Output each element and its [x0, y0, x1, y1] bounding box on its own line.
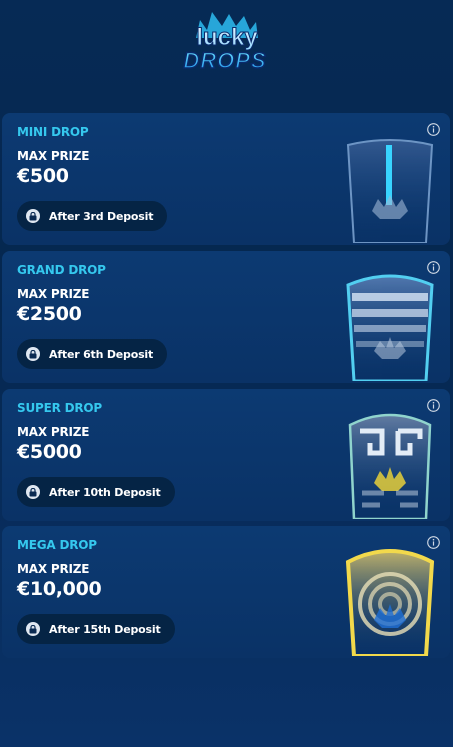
grand-drop-card[interactable]: GRAND DROP MAX PRIZE €2500 After 6th Dep… — [2, 251, 450, 383]
lucky-drops-logo: lucky DROPS — [183, 12, 266, 70]
unlock-requirement: After 10th Deposit — [17, 477, 175, 507]
mini-shield-icon — [346, 139, 434, 243]
max-prize-label: MAX PRIZE — [17, 425, 90, 439]
logo-lucky-text: lucky — [196, 24, 258, 51]
max-prize-label: MAX PRIZE — [17, 149, 90, 163]
mini-drop-card[interactable]: MINI DROP MAX PRIZE €500 After 3rd Depos… — [2, 113, 450, 245]
unlock-requirement: After 15th Deposit — [17, 614, 175, 644]
tier-name: SUPER DROP — [17, 401, 102, 415]
prize-amount: €10,000 — [17, 578, 102, 600]
tier-name: MEGA DROP — [17, 538, 97, 552]
unlock-text: After 6th Deposit — [49, 347, 154, 361]
lock-icon — [26, 622, 40, 636]
max-prize-label: MAX PRIZE — [17, 562, 90, 576]
super-drop-card[interactable]: SUPER DROP MAX PRIZE €5000 After 10th De… — [2, 389, 450, 521]
mega-shield-icon — [345, 549, 435, 656]
unlock-requirement: After 3rd Deposit — [17, 201, 168, 231]
max-prize-label: MAX PRIZE — [17, 287, 90, 301]
super-shield-icon — [348, 413, 432, 519]
lock-icon — [26, 209, 40, 223]
prize-amount: €5000 — [17, 441, 82, 463]
prize-amount: €500 — [17, 165, 69, 187]
unlock-text: After 3rd Deposit — [49, 209, 154, 223]
mega-drop-card[interactable]: MEGA DROP MAX PRIZE €10,000 After 15th D… — [2, 526, 450, 658]
logo-drops-text: DROPS — [183, 48, 266, 70]
unlock-requirement: After 6th Deposit — [17, 339, 168, 369]
tier-name: GRAND DROP — [17, 263, 106, 277]
grand-shield-icon — [346, 274, 434, 381]
lock-icon — [26, 485, 40, 499]
unlock-text: After 10th Deposit — [49, 485, 161, 499]
unlock-text: After 15th Deposit — [49, 622, 161, 636]
lock-icon — [26, 347, 40, 361]
prize-amount: €2500 — [17, 303, 82, 325]
tier-name: MINI DROP — [17, 125, 89, 139]
